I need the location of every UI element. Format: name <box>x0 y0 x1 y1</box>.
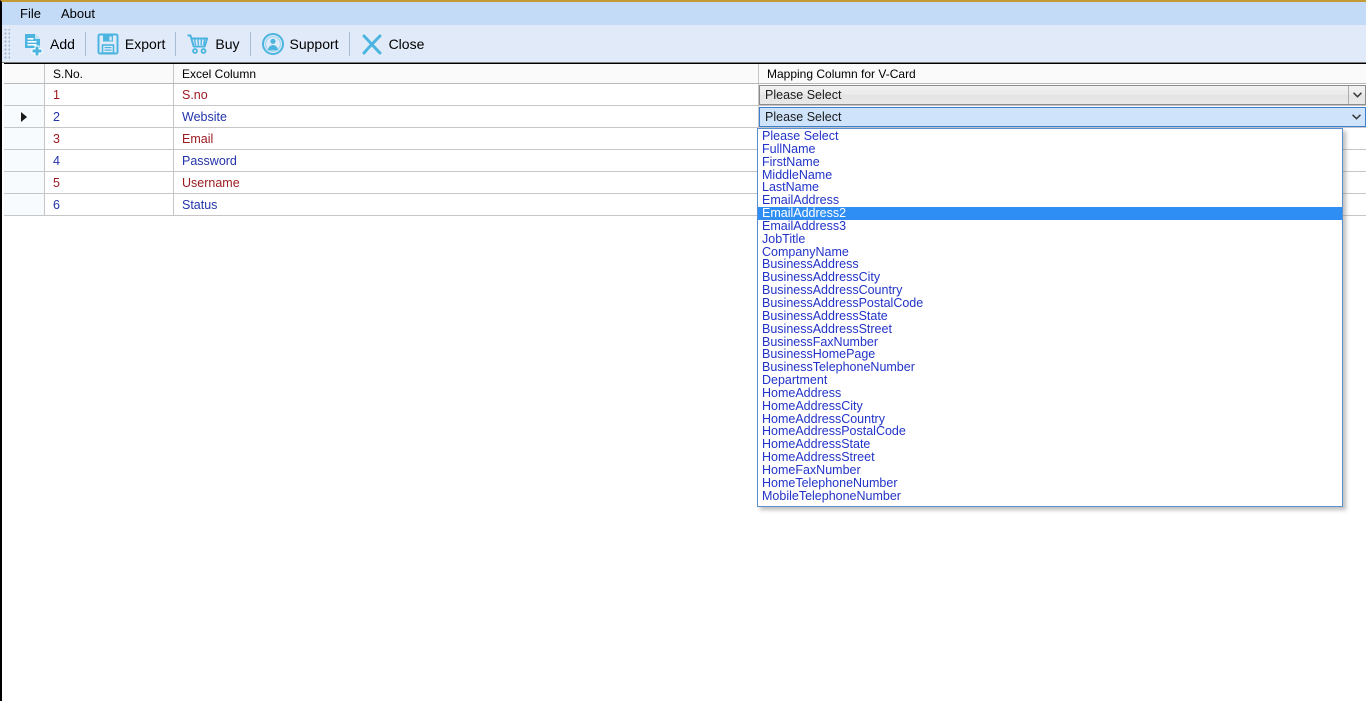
toolbar-buy-button[interactable]: Buy <box>178 28 247 60</box>
close-x-icon <box>360 32 384 56</box>
cell-excel-column: Status <box>174 194 759 215</box>
toolbar-drag-grip[interactable] <box>3 28 10 59</box>
table-row[interactable]: 1 S.no Please Select <box>4 84 1366 106</box>
cell-sno: 4 <box>45 150 174 171</box>
floppy-save-icon <box>96 32 120 56</box>
toolbar-close-button[interactable]: Close <box>352 28 433 60</box>
dropdown-option[interactable]: EmailAddress2 <box>758 207 1342 220</box>
dropdown-option[interactable]: HomeAddress <box>758 387 1342 400</box>
cell-mapping-column[interactable]: Please Select <box>759 84 1366 105</box>
shopping-cart-icon <box>186 32 210 56</box>
toolbar-separator <box>348 31 350 56</box>
dropdown-option[interactable]: BusinessTelephoneNumber <box>758 361 1342 374</box>
cell-sno: 6 <box>45 194 174 215</box>
mapping-combobox-row-1[interactable]: Please Select <box>759 84 1366 105</box>
column-header-mapping-column[interactable]: Mapping Column for V-Card <box>759 64 1366 83</box>
grid-header-row: S.No. Excel Column Mapping Column for V-… <box>4 64 1366 84</box>
dropdown-option[interactable]: HomeFaxNumber <box>758 464 1342 477</box>
mapping-combobox-value: Please Select <box>765 87 842 102</box>
cell-mapping-column[interactable]: Please Select <box>759 106 1366 127</box>
cell-sno: 5 <box>45 172 174 193</box>
row-selector[interactable] <box>4 128 45 149</box>
dropdown-option[interactable]: HomeAddressCity <box>758 399 1342 413</box>
toolbar-close-label: Close <box>388 35 425 52</box>
toolbar: Add Export Buy Support Close <box>2 25 1366 63</box>
chevron-down-icon[interactable] <box>1348 108 1365 126</box>
toolbar-separator <box>175 31 177 56</box>
dropdown-option[interactable]: HomeAddressStreet <box>758 451 1342 464</box>
row-selector[interactable] <box>4 84 45 105</box>
dropdown-option[interactable]: Department <box>758 374 1342 387</box>
dropdown-option[interactable]: MiddleName <box>758 168 1342 182</box>
cell-excel-column: Website <box>174 106 759 127</box>
toolbar-separator <box>249 31 251 56</box>
mapping-combobox-row-2[interactable]: Please Select <box>759 106 1366 127</box>
toolbar-separator <box>84 31 86 56</box>
dropdown-option[interactable]: Please Select <box>758 130 1342 143</box>
column-header-rowselect[interactable] <box>4 64 45 83</box>
toolbar-support-label: Support <box>289 35 339 52</box>
toolbar-add-label: Add <box>50 35 75 52</box>
toolbar-support-button[interactable]: Support <box>253 28 347 60</box>
dropdown-option[interactable]: JobTitle <box>758 232 1342 246</box>
cell-excel-column: Username <box>174 172 759 193</box>
cell-excel-column: Password <box>174 150 759 171</box>
dropdown-option[interactable]: BusinessAddressState <box>758 309 1342 323</box>
row-selector[interactable] <box>4 106 45 127</box>
cell-sno: 3 <box>45 128 174 149</box>
dropdown-option[interactable]: FirstName <box>758 155 1342 169</box>
column-header-excel-column[interactable]: Excel Column <box>174 64 759 83</box>
current-row-pointer-icon <box>21 111 27 122</box>
toolbar-buy-label: Buy <box>215 35 240 52</box>
cell-sno: 2 <box>45 106 174 127</box>
menu-bar: File About <box>2 2 1366 25</box>
add-document-icon <box>21 32 45 56</box>
row-selector[interactable] <box>4 172 45 193</box>
mapping-combobox-value: Please Select <box>765 109 842 124</box>
chevron-down-icon[interactable] <box>1348 85 1365 104</box>
cell-sno: 1 <box>45 84 174 105</box>
row-selector[interactable] <box>4 194 45 215</box>
dropdown-option[interactable]: MobileTelephoneNumber <box>758 489 1342 503</box>
table-row[interactable]: 2 Website Please Select <box>4 106 1366 128</box>
toolbar-add-button[interactable]: Add <box>13 28 83 60</box>
dropdown-option[interactable]: BusinessAddressPostalCode <box>758 297 1342 310</box>
menu-about[interactable]: About <box>51 3 105 24</box>
dropdown-option[interactable]: HomeTelephoneNumber <box>758 476 1342 490</box>
dropdown-option[interactable]: EmailAddress3 <box>758 220 1342 233</box>
mapping-dropdown-list[interactable]: Please Select FullName FirstName MiddleName… <box>757 128 1343 507</box>
column-header-sno[interactable]: S.No. <box>45 64 174 83</box>
support-person-icon <box>261 32 285 56</box>
dropdown-option[interactable]: LastName <box>758 181 1342 194</box>
cell-excel-column: Email <box>174 128 759 149</box>
dropdown-option[interactable]: FullName <box>758 142 1342 156</box>
toolbar-export-label: Export <box>124 35 166 52</box>
menu-file[interactable]: File <box>10 3 51 24</box>
application-window: File About Add Export Buy Support Close … <box>0 0 1366 701</box>
dropdown-option[interactable]: BusinessAddressStreet <box>758 322 1342 336</box>
row-selector[interactable] <box>4 150 45 171</box>
toolbar-export-button[interactable]: Export <box>88 28 173 60</box>
cell-excel-column: S.no <box>174 84 759 105</box>
